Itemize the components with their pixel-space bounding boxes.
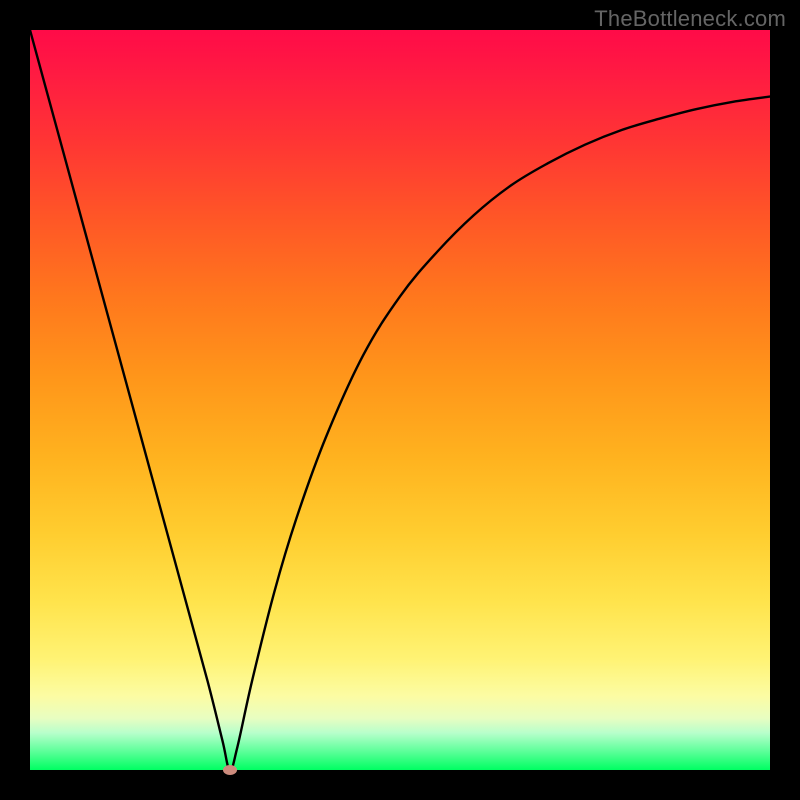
minimum-marker xyxy=(223,765,237,775)
bottleneck-curve xyxy=(30,30,770,770)
chart-frame: TheBottleneck.com xyxy=(0,0,800,800)
plot-area xyxy=(30,30,770,770)
curve-path xyxy=(30,30,770,770)
attribution-text: TheBottleneck.com xyxy=(594,6,786,32)
